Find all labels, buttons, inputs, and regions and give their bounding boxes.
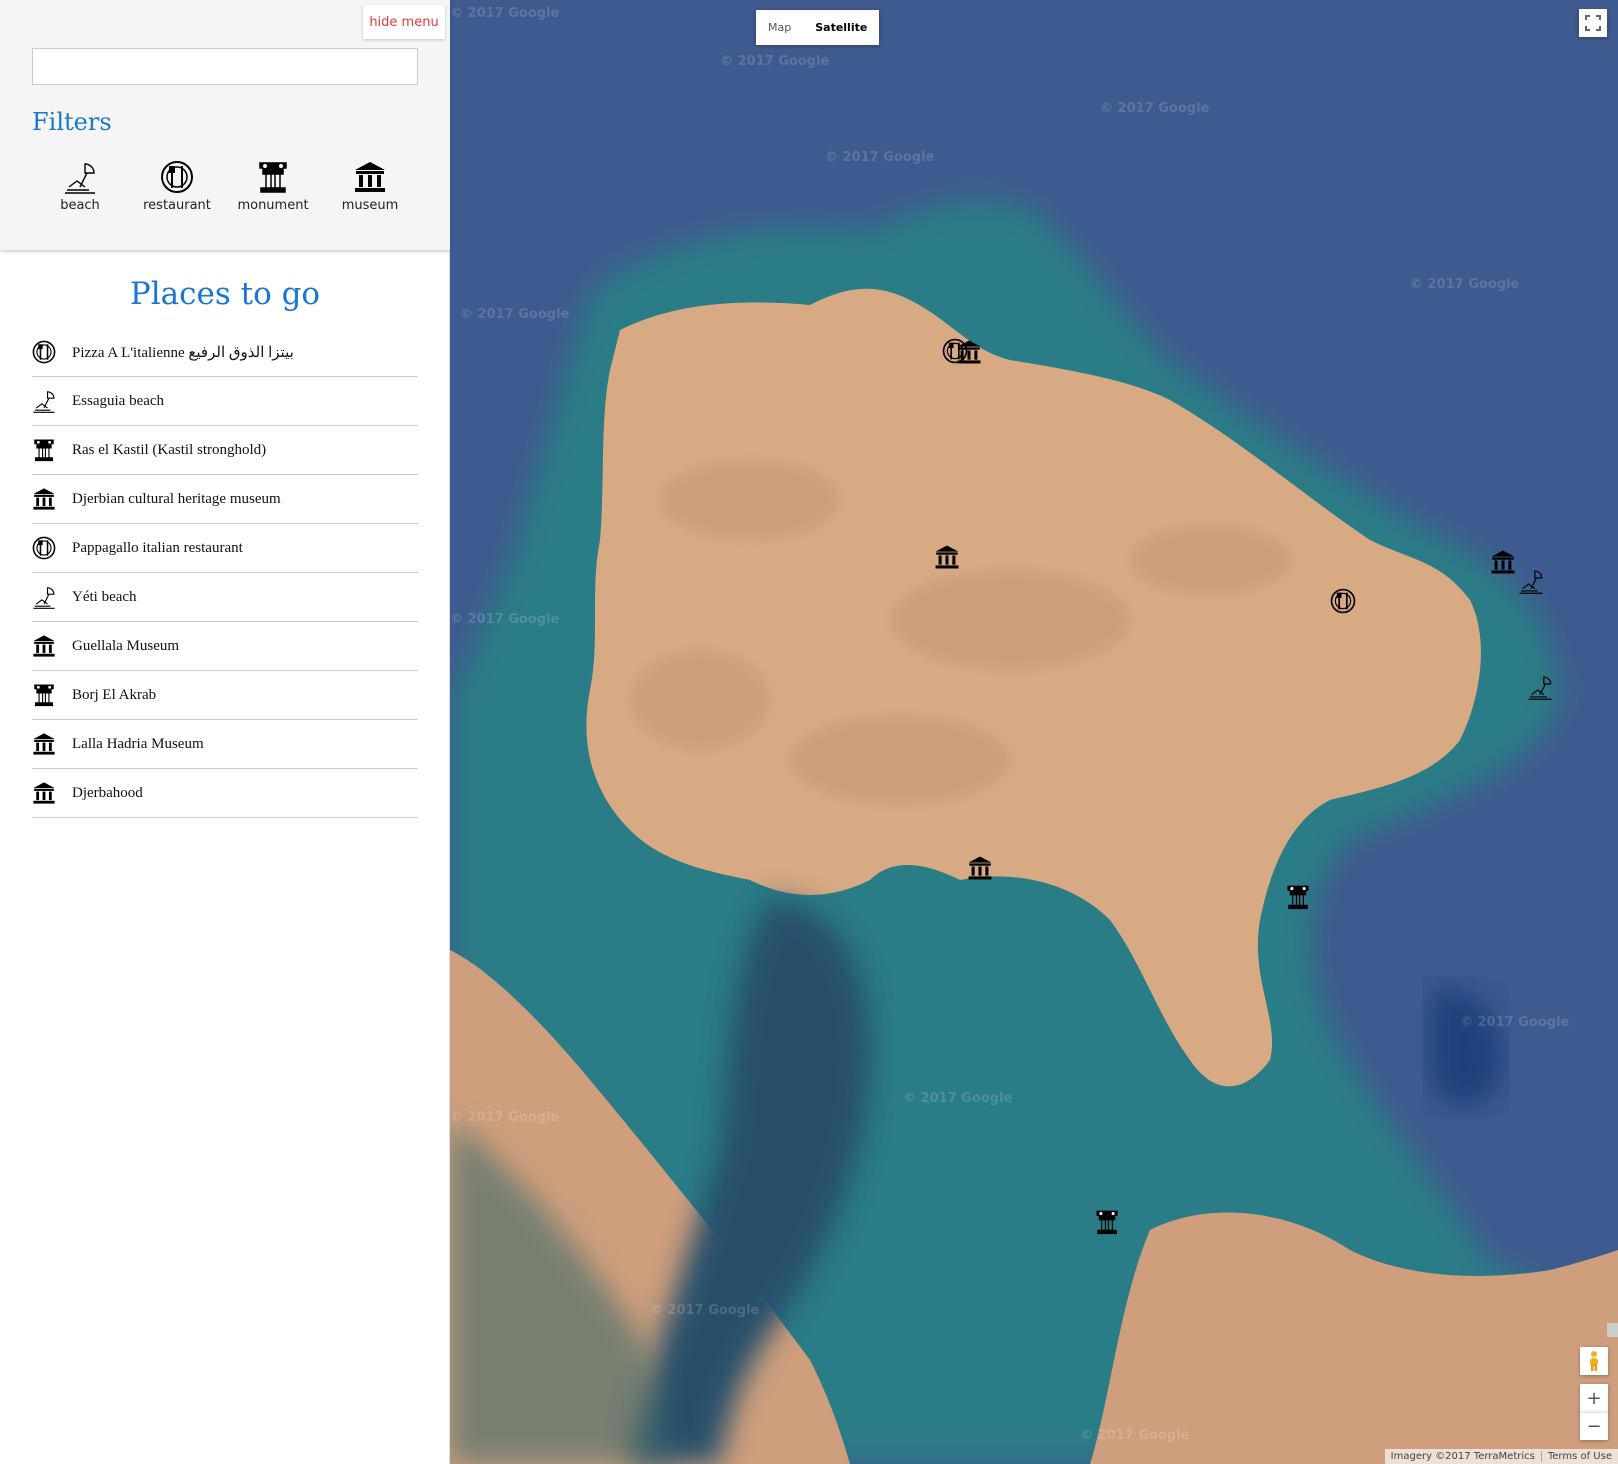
street-view-button[interactable] [1580,1347,1608,1375]
satellite-imagery [450,0,1618,1464]
monument-icon [34,439,54,462]
hide-menu-button[interactable]: hide menu [363,5,445,39]
imagery-credit: Imagery ©2017 TerraMetrics [1390,1451,1535,1462]
museum-icon [355,162,385,192]
list-item[interactable]: Essaguia beach [32,377,418,426]
list-item[interactable]: Yéti beach [32,573,418,622]
restaurant-icon [32,536,56,560]
map-type-satellite-button[interactable]: Satellite [803,10,880,45]
monument-icon [1287,885,1309,910]
beach-icon [33,587,55,609]
map-marker[interactable] [1285,884,1311,910]
museum-icon [33,733,55,755]
sidebar: hide menu Filters beach restaurant monum… [0,0,450,1464]
filter-restaurant-label: restaurant [143,198,211,213]
map-marker[interactable] [1094,1209,1120,1235]
filter-beach[interactable]: beach [35,160,125,213]
museum-icon [33,782,55,804]
filter-monument-label: monument [237,198,309,213]
place-name: Djerbian cultural heritage museum [72,490,281,507]
filter-monument[interactable]: monument [228,160,318,213]
museum-icon [33,635,55,657]
museum-icon [1491,550,1515,574]
filter-panel: hide menu Filters beach restaurant monum… [0,0,450,250]
terms-link[interactable]: Terms of Use [1542,1451,1618,1462]
fullscreen-button[interactable] [1579,9,1607,37]
map-marker[interactable] [1330,588,1356,614]
beach-icon [33,391,55,413]
restaurant-icon [161,161,193,193]
list-item[interactable]: Djerbahood [32,769,418,818]
list-item[interactable]: Pizza A L'italienne بيتزا الذوق الرفيع [32,328,418,377]
place-name: Essaguia beach [72,392,165,409]
filter-museum[interactable]: museum [325,160,415,213]
place-name: Borj El Akrab [72,686,157,703]
zoom-out-button[interactable]: − [1580,1412,1608,1440]
filter-beach-label: beach [60,198,100,213]
map-marker[interactable] [934,544,960,570]
search-input[interactable] [32,48,418,85]
list-item[interactable]: Pappagallo italian restaurant [32,524,418,573]
monument-icon [1096,1210,1118,1235]
beach-icon [1519,570,1543,594]
restaurant-icon [1330,588,1356,614]
map-marker[interactable] [1490,549,1516,575]
place-name: Yéti beach [72,588,137,605]
museum-icon [957,340,981,364]
map-attribution: Imagery ©2017 TerraMetrics Terms of Use [1384,1449,1618,1464]
fullscreen-icon [1585,15,1601,31]
museum-icon [968,856,992,880]
list-item[interactable]: Guellala Museum [32,622,418,671]
museum-icon [935,545,959,569]
places-list: Pizza A L'italienne بيتزا الذوق الرفيع Es… [32,328,418,818]
filter-museum-label: museum [341,198,399,213]
map-type-map-button[interactable]: Map [756,10,804,45]
map-edge-handle [1607,1323,1618,1337]
map-type-control: Map Satellite [756,10,880,45]
list-item[interactable]: Lalla Hadria Museum [32,720,418,769]
list-item[interactable]: Ras el Kastil (Kastil stronghold) [32,426,418,475]
list-item[interactable]: Djerbian cultural heritage museum [32,475,418,524]
map-marker[interactable] [1527,674,1553,700]
beach-icon [1528,676,1552,700]
pegman-icon [1590,1351,1598,1371]
beach-icon [65,163,95,194]
restaurant-icon [32,340,56,364]
place-name: Djerbahood [72,784,143,801]
place-name: Pizza A L'italienne بيتزا الذوق الرفيع [72,344,294,361]
filters-heading: Filters [32,108,112,136]
museum-icon [33,488,55,510]
map-marker[interactable] [967,855,993,881]
map-view[interactable]: © 2017 Google © 2017 Google © 2017 Googl… [450,0,1618,1464]
places-heading: Places to go [129,276,321,312]
place-name: Ras el Kastil (Kastil stronghold) [72,441,267,458]
place-name: Pappagallo italian restaurant [72,539,243,556]
zoom-in-button[interactable]: + [1580,1384,1608,1412]
list-item[interactable]: Borj El Akrab [32,671,418,720]
filter-restaurant[interactable]: restaurant [132,160,222,213]
place-name: Lalla Hadria Museum [72,735,204,752]
place-name: Guellala Museum [72,637,180,654]
monument-icon [259,162,287,193]
map-marker[interactable] [1518,568,1544,594]
monument-icon [34,684,54,707]
map-marker[interactable] [956,339,982,365]
